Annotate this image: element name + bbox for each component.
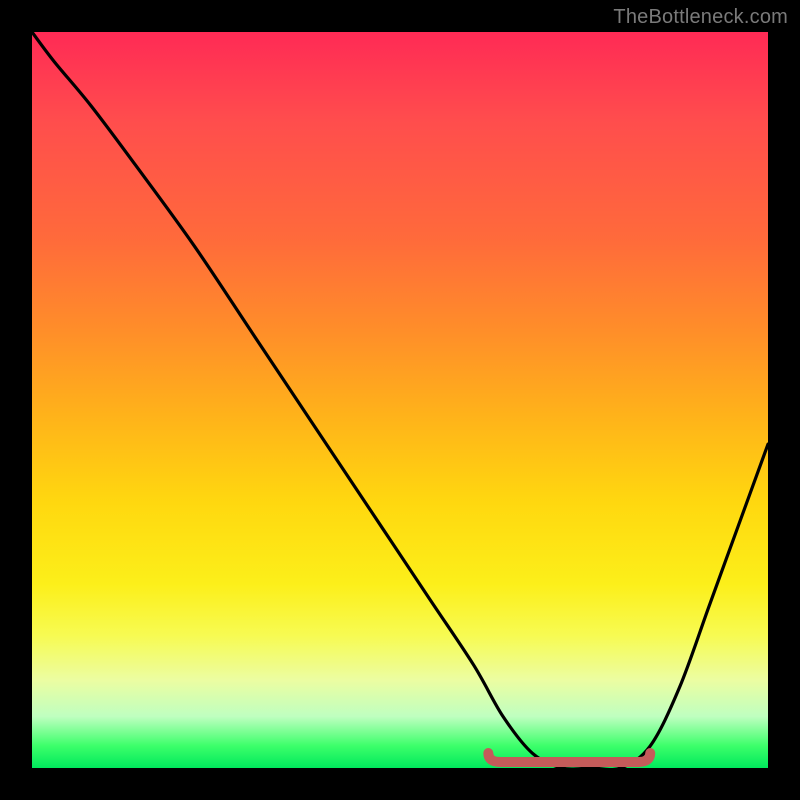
bottom-marker	[488, 753, 650, 762]
chart-svg	[32, 32, 768, 768]
chart-plot-area	[32, 32, 768, 768]
watermark-text: TheBottleneck.com	[613, 6, 788, 29]
bottleneck-curve	[32, 32, 768, 768]
chart-frame: TheBottleneck.com	[0, 0, 800, 800]
